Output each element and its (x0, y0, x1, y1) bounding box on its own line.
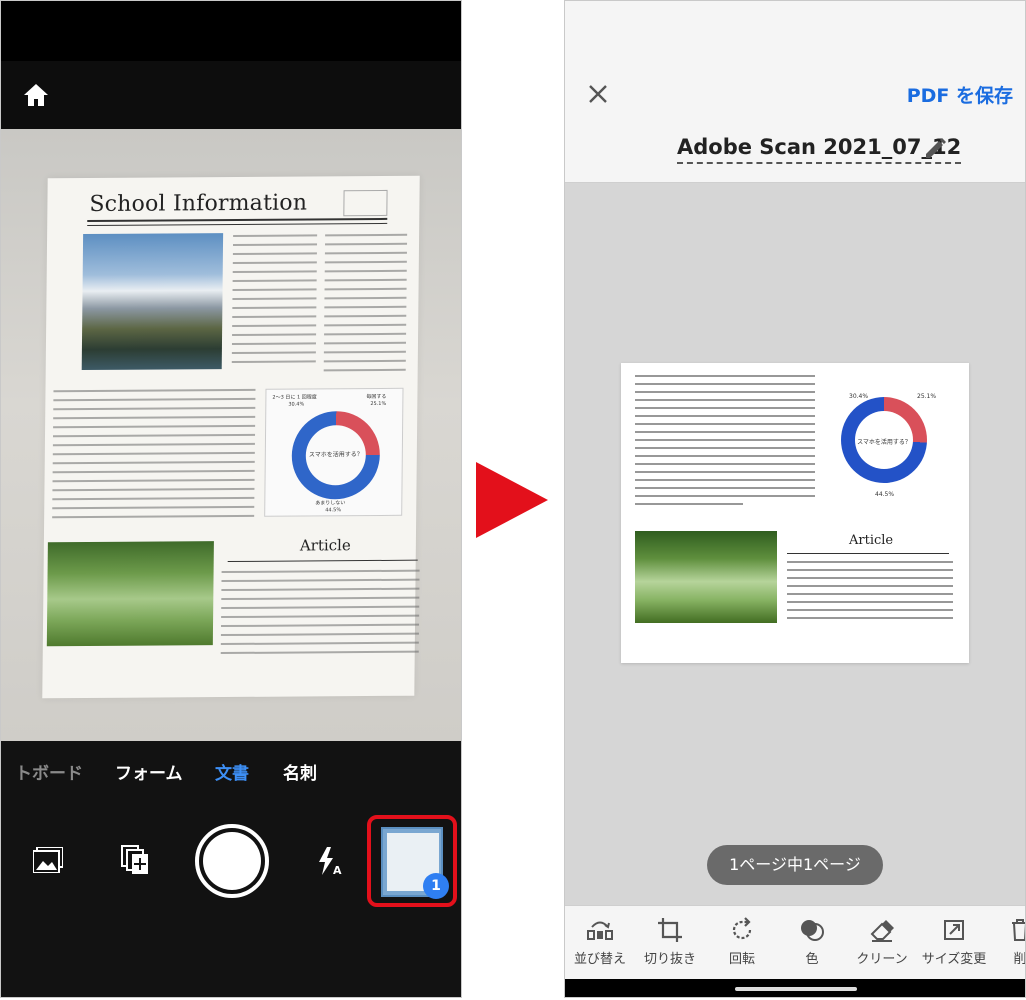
document-title[interactable]: Adobe Scan 2021_07_12 (677, 135, 962, 164)
preview-article-heading: Article (849, 533, 894, 548)
paper-title-rule-thin (87, 222, 388, 227)
preview-chart-question: スマホを活用する？ (857, 439, 911, 446)
crop-icon (658, 918, 682, 942)
tool-clean[interactable]: クリーン (845, 916, 919, 967)
page-count-badge: 1 (423, 873, 449, 899)
tool-color[interactable]: 色 (775, 916, 849, 967)
multi-page-icon[interactable] (121, 845, 149, 875)
shutter-button[interactable] (195, 824, 269, 898)
chart-label-left: 2～3 日に 1 回程度 (272, 394, 317, 401)
reorder-icon (587, 921, 613, 940)
paper-text-column (323, 233, 408, 379)
preview-chart-pct-right: 25.1% (917, 393, 937, 400)
paper-donut-chart: 2～3 日に 1 回程度 30.4% 毎回する 25.1% スマホを活用する？ … (264, 387, 404, 517)
comparison-stage: School Information 2～3 日に 1 回程度 30.4% 毎回… (0, 0, 1026, 1000)
chart-label-right: 毎回する (366, 393, 387, 401)
paper-stamp-box (343, 189, 388, 217)
chart-label-bottom: あまりしない (315, 500, 346, 507)
transition-arrow-icon (476, 462, 548, 538)
trash-icon (1012, 919, 1025, 941)
article-rule (227, 559, 418, 563)
scanned-paper: School Information 2～3 日に 1 回程度 30.4% 毎回… (42, 175, 420, 699)
mode-business-card[interactable]: 名刺 (283, 759, 317, 784)
tool-rotate[interactable]: 回転 (705, 916, 779, 967)
preview-chart-pct-bottom: 44.5% (875, 491, 895, 498)
tool-delete[interactable]: 削 (983, 916, 1025, 967)
paper-title: School Information (89, 190, 308, 218)
review-screen: PDF を保存 Adobe Scan 2021_07_12 30.4% 25.1… (564, 0, 1026, 998)
tool-crop[interactable]: 切り抜き (633, 916, 707, 967)
resize-icon (944, 920, 964, 940)
gallery-icon[interactable] (33, 847, 63, 873)
mode-whiteboard[interactable]: トボード (15, 759, 83, 784)
preview-text-column (635, 375, 815, 511)
flash-auto-icon[interactable]: A (317, 847, 343, 875)
chart-question: スマホを活用する？ (308, 451, 363, 459)
article-text (220, 569, 420, 661)
camera-screen: School Information 2～3 日に 1 回程度 30.4% 毎回… (0, 0, 462, 998)
mountain-photo (81, 233, 224, 371)
page-preview[interactable]: 30.4% 25.1% スマホを活用する？ 44.5% Article (621, 363, 969, 663)
svg-text:A: A (333, 864, 342, 875)
preview-article-rule (787, 553, 949, 554)
save-pdf-button[interactable]: PDF を保存 (907, 81, 1013, 108)
mode-form[interactable]: フォーム (115, 759, 183, 784)
close-icon[interactable] (587, 83, 609, 105)
camera-controls: トボード フォーム 文書 名刺 A 1 (1, 741, 461, 997)
eraser-icon (870, 920, 894, 942)
chart-pct-right: 25.1% (370, 400, 387, 408)
capture-mode-selector: トボード フォーム 文書 名刺 (1, 759, 461, 784)
forest-photo (46, 541, 214, 647)
paper-title-rule (87, 217, 388, 223)
camera-top-bar (1, 61, 461, 129)
chart-pct-top: 30.4% (288, 401, 305, 408)
preview-forest-photo (635, 531, 777, 623)
preview-article-text (787, 561, 953, 625)
tool-resize[interactable]: サイズ変更 (917, 916, 991, 967)
mode-document[interactable]: 文書 (215, 759, 249, 784)
edit-toolbar: 並び替え 切り抜き 回転 色 クリーン サイズ変更 削 (565, 905, 1025, 979)
camera-viewfinder: School Information 2～3 日に 1 回程度 30.4% 毎回… (1, 129, 461, 741)
captured-thumbnail-highlight[interactable]: 1 (367, 815, 457, 907)
shutter-inner (203, 832, 261, 890)
chart-pct-bottom: 44.5% (325, 507, 342, 514)
rotate-icon (732, 917, 752, 940)
pencil-icon[interactable] (923, 137, 947, 161)
home-icon[interactable] (23, 83, 49, 107)
color-icon (801, 920, 824, 941)
review-header: PDF を保存 Adobe Scan 2021_07_12 (565, 1, 1025, 183)
page-indicator: 1ページ中1ページ (707, 845, 883, 885)
article-heading: Article (299, 536, 351, 555)
home-indicator (565, 979, 1025, 997)
tool-reorder[interactable]: 並び替え (565, 916, 637, 967)
paper-text-column (231, 234, 318, 370)
paper-text-column (52, 388, 256, 525)
preview-chart-pct-top: 30.4% (849, 393, 869, 400)
